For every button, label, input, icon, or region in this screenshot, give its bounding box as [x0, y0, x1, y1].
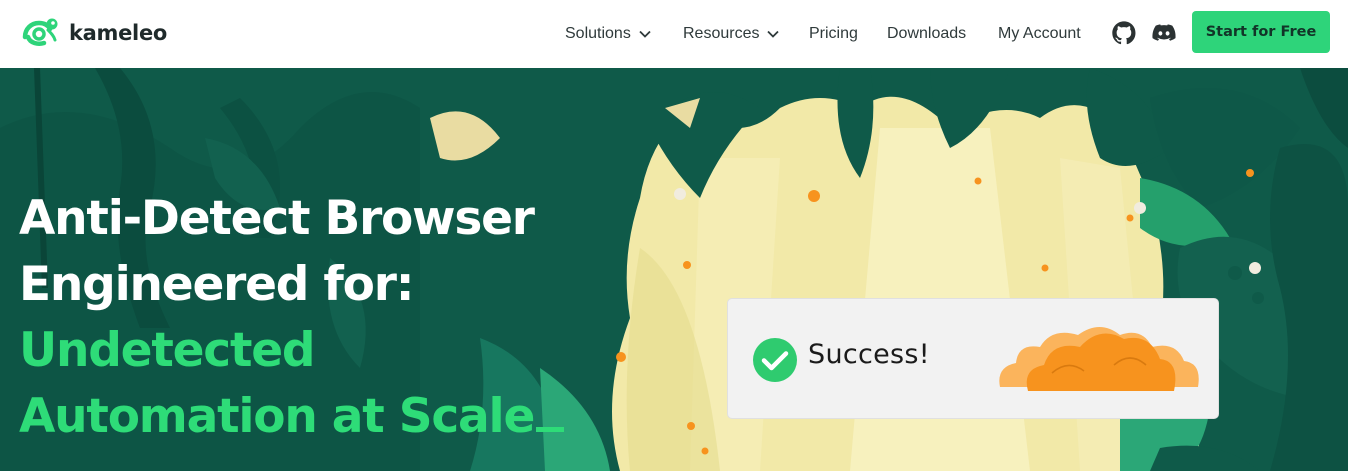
- chameleon-logo-icon: [22, 18, 58, 46]
- nav-item-solutions[interactable]: Solutions: [565, 0, 651, 68]
- start-for-free-button[interactable]: Start for Free: [1192, 11, 1330, 53]
- chevron-down-icon: [639, 30, 651, 38]
- nav-item-label: My Account: [998, 25, 1081, 42]
- nav-item-my-account[interactable]: My Account: [998, 0, 1081, 68]
- brand-name: kameleo: [69, 21, 168, 45]
- nav-item-resources[interactable]: Resources: [683, 0, 780, 68]
- nav-item-pricing[interactable]: Pricing: [809, 0, 858, 68]
- top-navigation: kameleo Solutions Resources Pricing Down…: [0, 0, 1348, 68]
- typing-cursor: [536, 427, 565, 432]
- nav-item-label: Downloads: [887, 25, 967, 42]
- success-text: Success!: [808, 339, 930, 370]
- headline-line-1: Anti-Detect Browser: [19, 191, 535, 246]
- headline-green-line-1: Undetected: [19, 323, 316, 378]
- brand-logo[interactable]: kameleo: [18, 16, 167, 50]
- headline-green-line-2: Automation at Scale: [19, 384, 639, 450]
- cloud-icon: [999, 327, 1199, 391]
- hero-headline: Anti-Detect Browser Engineered for: Unde…: [19, 186, 639, 450]
- headline-green-line-2-text: Automation at Scale: [19, 389, 535, 444]
- nav-item-label: Solutions: [565, 25, 631, 42]
- nav-item-label: Pricing: [809, 25, 858, 42]
- success-card: Success!: [727, 298, 1219, 419]
- headline-line-2: Engineered for:: [19, 257, 415, 312]
- github-icon[interactable]: [1111, 20, 1137, 46]
- nav-item-label: Resources: [683, 25, 760, 42]
- discord-icon[interactable]: [1151, 20, 1177, 46]
- chevron-down-icon: [767, 30, 780, 38]
- check-circle-icon: [753, 338, 797, 382]
- nav-item-downloads[interactable]: Downloads: [887, 0, 966, 68]
- hero-section: Anti-Detect Browser Engineered for: Unde…: [0, 68, 1348, 471]
